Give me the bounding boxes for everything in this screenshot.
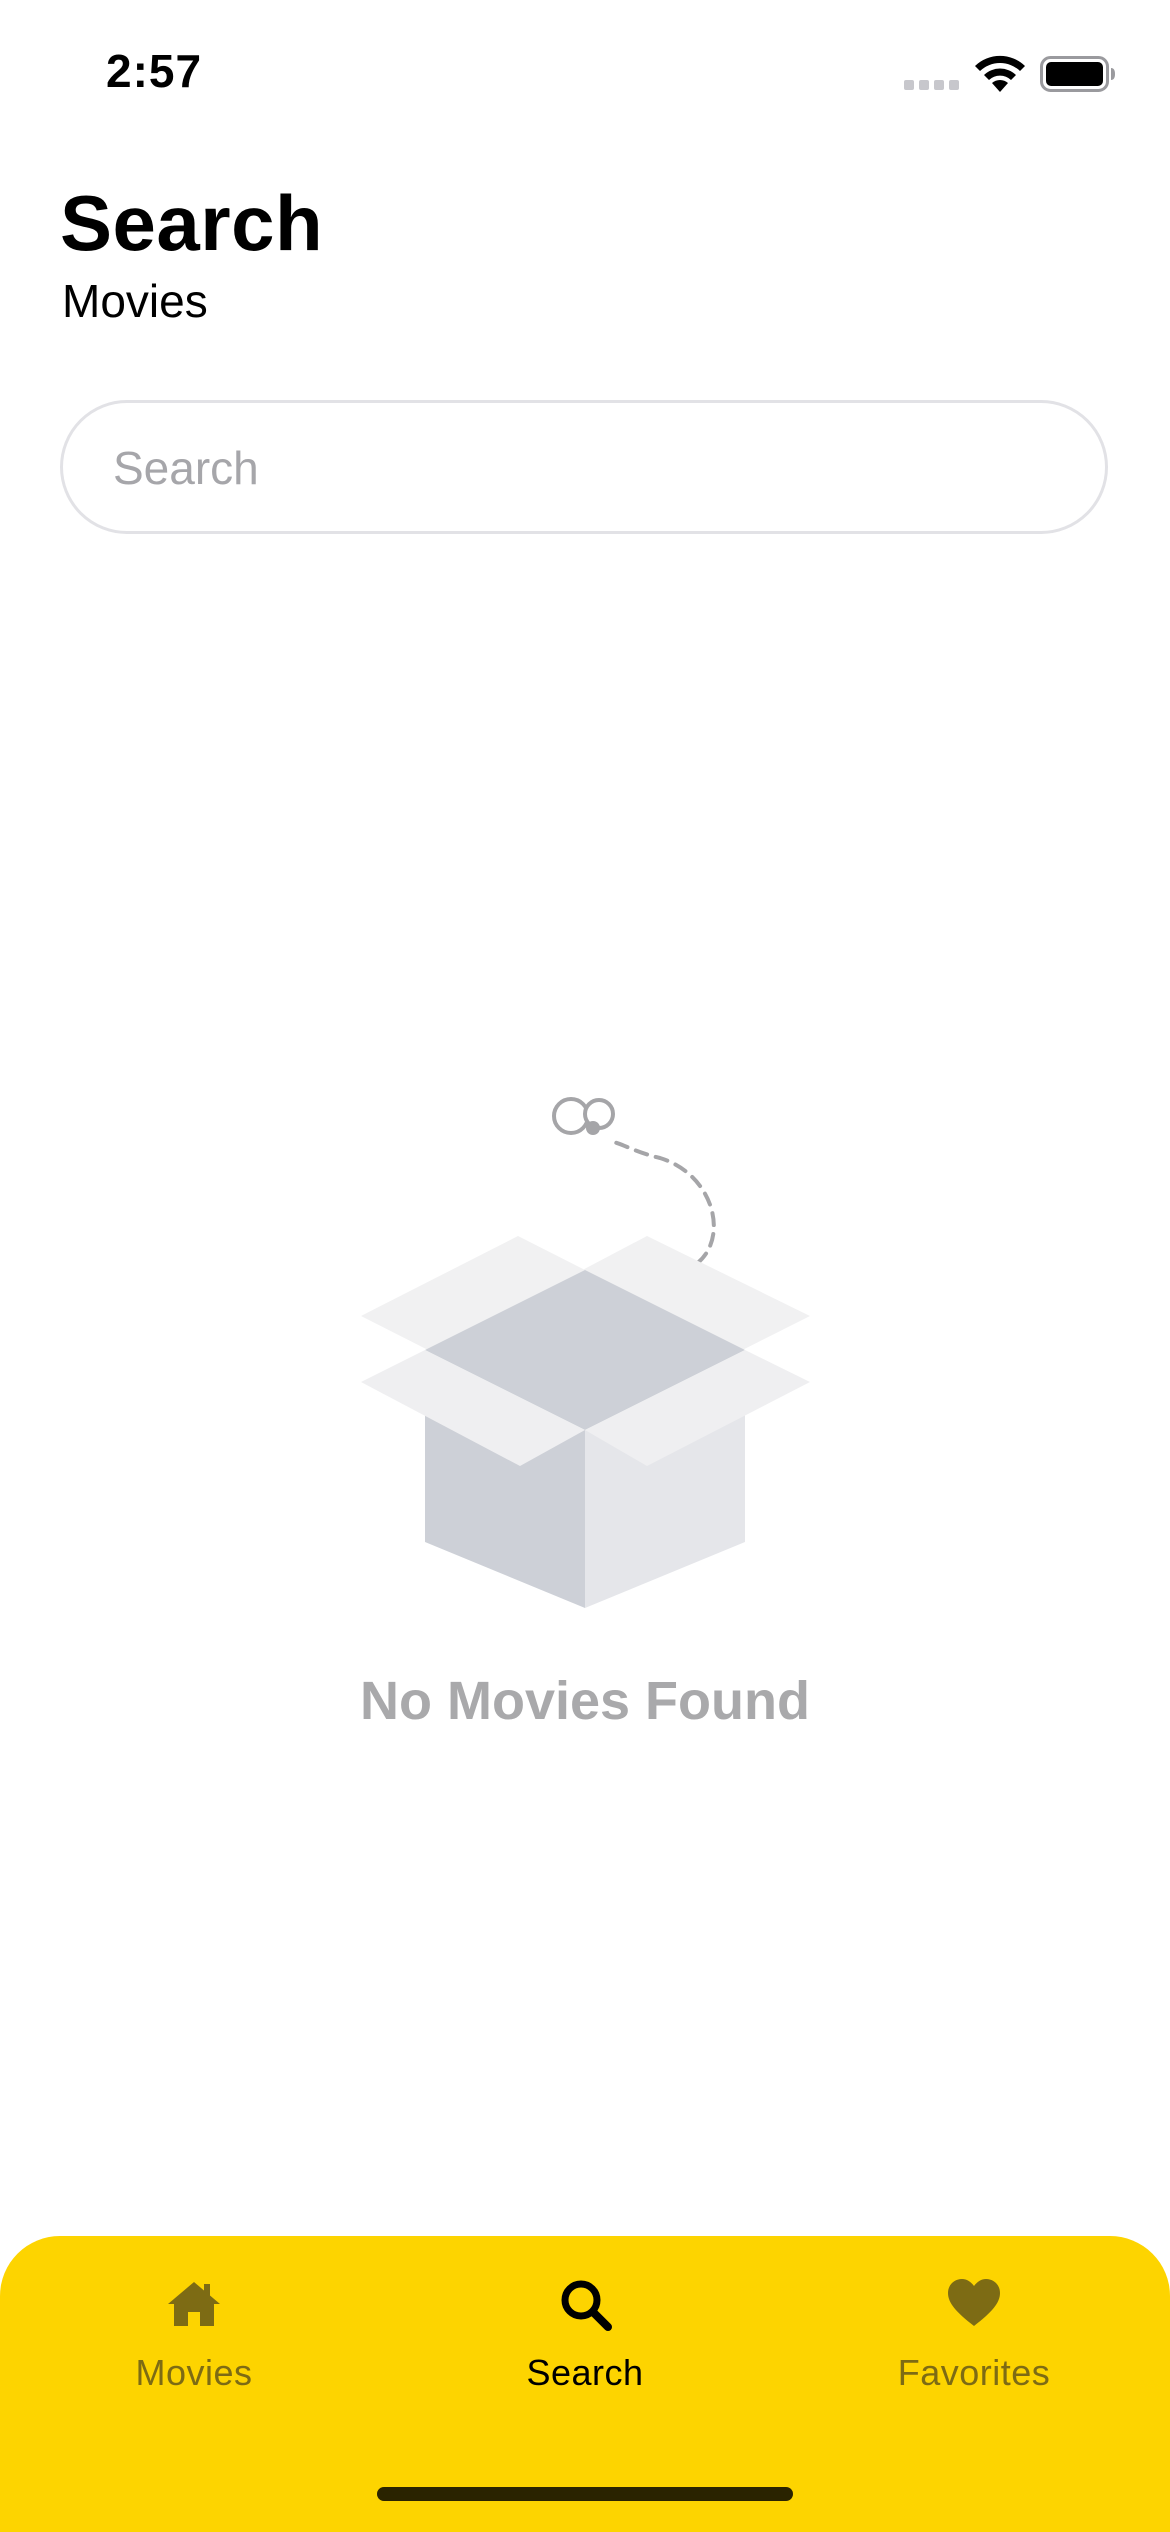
tab-search[interactable]: Search — [435, 2276, 735, 2394]
tab-movies[interactable]: Movies — [44, 2276, 344, 2394]
empty-state-message: No Movies Found — [360, 1671, 810, 1731]
page-subtitle: Movies — [62, 275, 208, 327]
tab-favorites[interactable]: Favorites — [824, 2276, 1124, 2394]
tab-search-label: Search — [526, 2352, 644, 2393]
battery-icon — [1040, 56, 1115, 92]
status-bar: 2:57 — [0, 0, 1170, 150]
page-title: Search — [60, 179, 324, 267]
heart-icon — [948, 2279, 1000, 2326]
cellular-signal-icon — [904, 80, 959, 90]
empty-box-illustration — [361, 1097, 810, 1608]
search-input[interactable] — [111, 403, 1065, 533]
home-icon — [168, 2282, 220, 2326]
search-icon — [561, 2280, 612, 2331]
tab-favorites-label: Favorites — [897, 2352, 1051, 2393]
wifi-icon — [975, 55, 1025, 92]
tab-movies-label: Movies — [135, 2352, 253, 2393]
search-field[interactable] — [60, 400, 1108, 534]
status-time: 2:57 — [106, 45, 203, 97]
home-indicator[interactable] — [377, 2487, 793, 2501]
